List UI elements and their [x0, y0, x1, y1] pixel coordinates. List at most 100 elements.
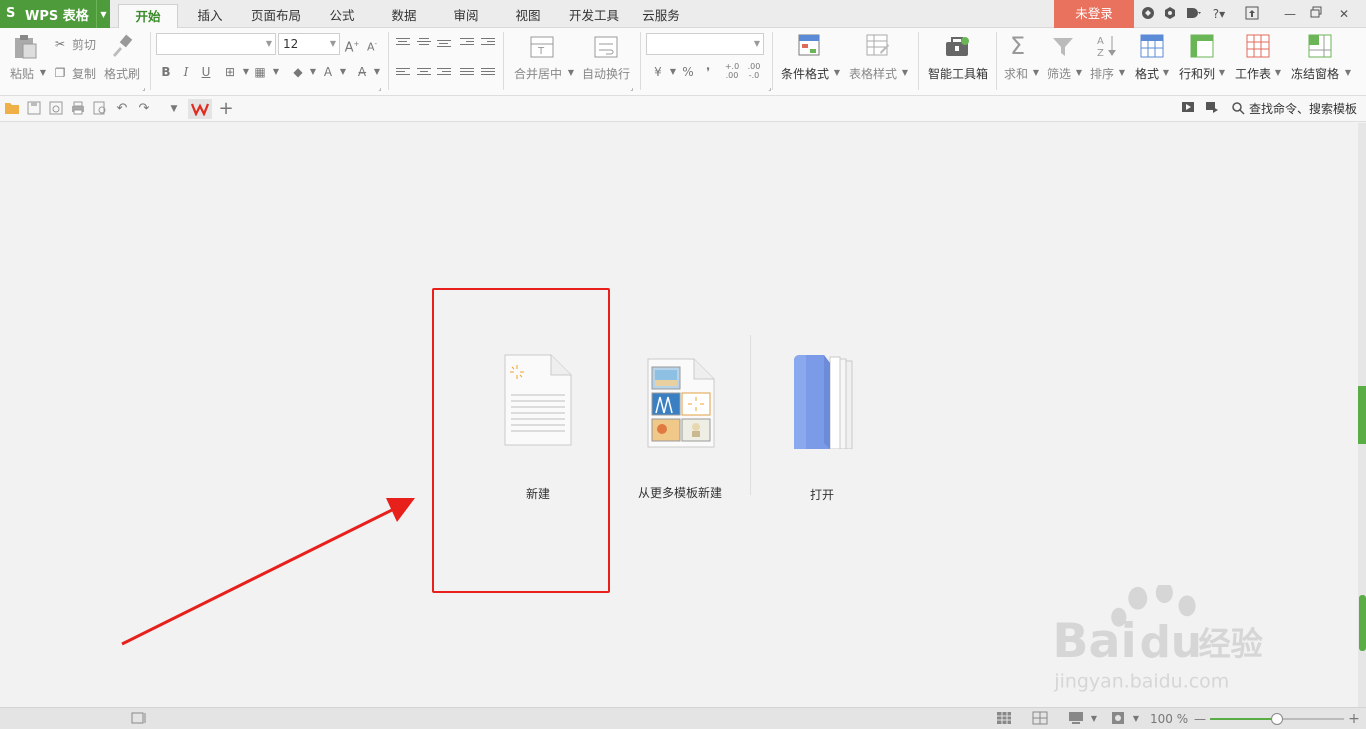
eye-protection-icon[interactable]	[1110, 711, 1126, 727]
filter-button[interactable]: 筛选	[1047, 65, 1071, 82]
view-dropdown-icon[interactable]: ▼	[1086, 711, 1102, 727]
merge-center-button[interactable]: 合并居中	[514, 65, 562, 82]
font-color-dropdown-icon[interactable]: ▼	[335, 64, 351, 80]
paste-dropdown-icon[interactable]: ▼	[35, 65, 51, 81]
app-menu-button[interactable]: S WPS 表格 ▼	[0, 0, 110, 28]
freeze-panes-button[interactable]: 冻结窗格	[1291, 65, 1339, 82]
normal-view-icon[interactable]	[996, 711, 1012, 727]
app-menu-dropdown-icon[interactable]: ▼	[96, 0, 110, 28]
print-icon[interactable]	[70, 101, 86, 117]
zoom-in-icon[interactable]: +	[1346, 711, 1362, 727]
sum-button[interactable]: 求和	[1004, 65, 1028, 82]
decrease-font-icon[interactable]: A-	[364, 36, 380, 54]
save-icon[interactable]	[26, 101, 42, 117]
save-as-icon[interactable]	[48, 101, 64, 117]
open-folder-icon[interactable]	[4, 101, 20, 117]
redo-icon[interactable]: ↷	[136, 101, 152, 117]
filter-dropdown-icon[interactable]: ▼	[1071, 65, 1087, 81]
customize-dropdown-icon[interactable]: ▼	[166, 101, 182, 117]
conditional-dropdown-icon[interactable]: ▼	[829, 65, 845, 81]
zoom-slider[interactable]	[1210, 713, 1344, 725]
table-style-button[interactable]: 表格样式	[849, 65, 897, 82]
open-document-tile[interactable]: 打开	[780, 353, 864, 503]
format-painter-button[interactable]: 格式刷	[104, 65, 140, 82]
merge-dropdown-icon[interactable]: ▼	[563, 65, 579, 81]
number-format-select[interactable]: ▼	[646, 33, 764, 55]
increase-indent-icon[interactable]	[481, 38, 495, 50]
wrap-text-button[interactable]: 自动换行	[582, 65, 630, 82]
number-expand-icon[interactable]: ⌟	[762, 80, 778, 96]
wps-w-icon[interactable]	[188, 99, 212, 119]
settings-icon[interactable]	[1162, 6, 1178, 22]
currency-dropdown-icon[interactable]: ▼	[665, 64, 681, 80]
row-col-dropdown-icon[interactable]: ▼	[1214, 65, 1230, 81]
decrease-indent-icon[interactable]	[460, 38, 474, 50]
tab-developer[interactable]: 开发工具	[563, 4, 625, 28]
smart-toolbox-button[interactable]: 智能工具箱	[928, 65, 988, 82]
clear-dropdown-icon[interactable]: ▼	[369, 64, 385, 80]
paste-button[interactable]: 粘贴	[10, 65, 34, 82]
tab-view[interactable]: 视图	[504, 4, 552, 28]
row-col-button[interactable]: 行和列	[1179, 65, 1215, 82]
tab-page-layout[interactable]: 页面布局	[244, 4, 308, 28]
help-icon[interactable]: ?▾	[1208, 6, 1230, 22]
align-right-icon[interactable]	[437, 68, 451, 80]
italic-button[interactable]: I	[178, 64, 194, 80]
tab-home[interactable]: 开始	[118, 4, 178, 28]
tab-cloud[interactable]: 云服务	[636, 4, 686, 28]
pattern-dropdown-icon[interactable]: ▼	[268, 64, 284, 80]
font-expand-icon[interactable]: ⌟	[372, 80, 388, 96]
copy-button[interactable]: 复制	[72, 65, 96, 82]
maximize-icon[interactable]	[1308, 6, 1324, 22]
feedback-icon[interactable]	[1184, 6, 1204, 22]
zoom-out-icon[interactable]: —	[1192, 711, 1208, 727]
clear-format-icon[interactable]: A̶	[354, 64, 370, 80]
align-expand-icon[interactable]: ⌟	[624, 80, 640, 96]
underline-button[interactable]: U	[198, 64, 214, 80]
font-size-select[interactable]: 12 ▼	[278, 33, 340, 55]
tab-data[interactable]: 数据	[380, 4, 428, 28]
align-left-icon[interactable]	[396, 68, 410, 80]
skin-icon[interactable]	[1140, 6, 1156, 22]
upload-icon[interactable]	[1244, 6, 1260, 22]
scroll-grip[interactable]	[1359, 595, 1366, 651]
freeze-dropdown-icon[interactable]: ▼	[1340, 65, 1356, 81]
zoom-slider-knob[interactable]	[1271, 713, 1283, 725]
tab-review[interactable]: 审阅	[442, 4, 490, 28]
sort-dropdown-icon[interactable]: ▼	[1114, 65, 1130, 81]
undo-icon[interactable]: ↶	[114, 101, 130, 117]
fill-dropdown-icon[interactable]: ▼	[305, 64, 321, 80]
justify-icon[interactable]	[460, 68, 474, 80]
increase-font-icon[interactable]: A+	[344, 36, 360, 55]
minimize-icon[interactable]: —	[1282, 6, 1298, 22]
currency-icon[interactable]: ¥	[650, 64, 666, 80]
close-icon[interactable]: ✕	[1336, 6, 1352, 22]
video-tutorial-icon[interactable]	[1180, 101, 1196, 117]
reading-view-icon[interactable]	[1068, 711, 1084, 727]
font-name-select[interactable]: ▼	[156, 33, 276, 55]
table-style-dropdown-icon[interactable]: ▼	[897, 65, 913, 81]
align-center-icon[interactable]	[417, 68, 431, 80]
cell-fill-pattern-icon[interactable]: ▦	[252, 64, 268, 80]
increase-decimal-icon[interactable]: +.0.00	[724, 62, 740, 80]
macro-record-icon[interactable]	[130, 711, 146, 727]
new-tab-plus-icon[interactable]: +	[218, 100, 234, 118]
distributed-align-icon[interactable]	[481, 68, 495, 80]
comma-button[interactable]: ❜	[700, 64, 716, 80]
share-icon[interactable]	[1204, 101, 1220, 117]
tab-formula[interactable]: 公式	[318, 4, 366, 28]
login-button[interactable]: 未登录	[1054, 0, 1134, 28]
worksheet-button[interactable]: 工作表	[1235, 65, 1271, 82]
fill-color-icon[interactable]: ◆	[290, 64, 306, 80]
worksheet-dropdown-icon[interactable]: ▼	[1270, 65, 1286, 81]
align-bottom-icon[interactable]	[437, 40, 451, 52]
align-middle-icon[interactable]	[417, 38, 431, 50]
cut-button[interactable]: 剪切	[72, 36, 96, 53]
align-top-icon[interactable]	[396, 38, 410, 50]
side-panel-toggle[interactable]	[1358, 386, 1366, 444]
bold-button[interactable]: B	[158, 64, 174, 80]
sum-dropdown-icon[interactable]: ▼	[1028, 65, 1044, 81]
percent-button[interactable]: %	[680, 64, 696, 80]
command-search-box[interactable]: 查找命令、搜索模板	[1249, 100, 1357, 118]
format-button[interactable]: 格式	[1135, 65, 1159, 82]
